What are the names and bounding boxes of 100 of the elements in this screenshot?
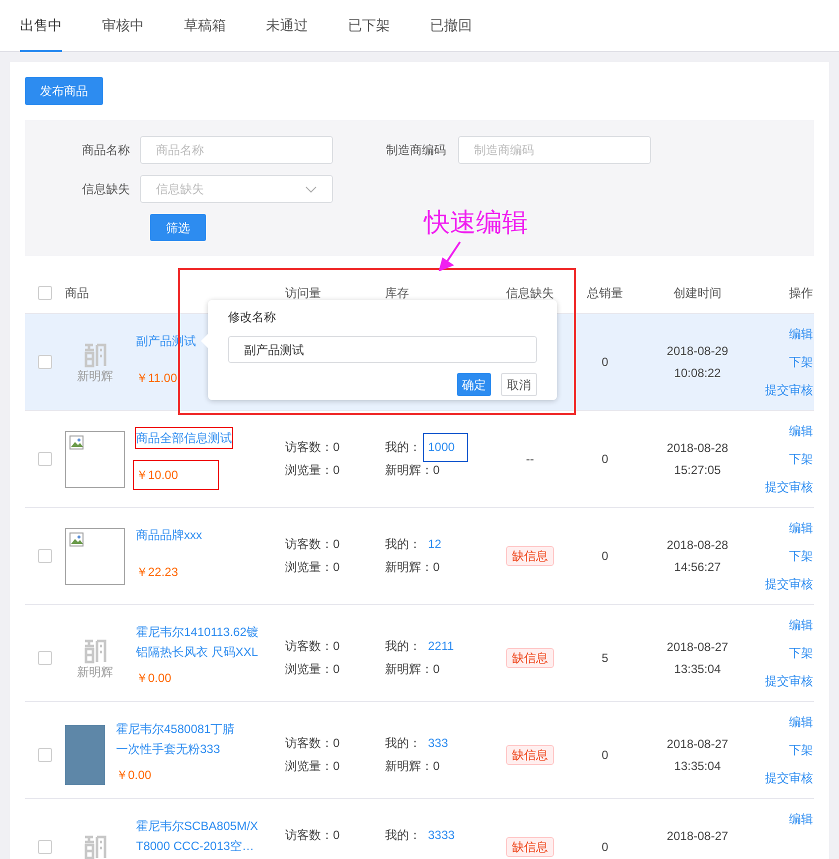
stock-value[interactable]: 12 [423, 530, 454, 559]
field-label: 信息缺失 [81, 181, 131, 198]
tab[interactable]: 未通过 [266, 0, 308, 52]
created-date: 2018-08-29 [666, 343, 728, 359]
action-link[interactable]: 提交审核 [765, 576, 813, 593]
checkbox[interactable] [38, 748, 52, 762]
logo-icon [83, 834, 107, 859]
text-field[interactable]: 商品名称 [140, 136, 333, 164]
action-link[interactable]: 下架 [789, 742, 813, 759]
stock-label: 我的： [385, 827, 421, 844]
action-link[interactable]: 编辑 [789, 617, 813, 634]
checkbox[interactable] [38, 355, 52, 369]
action-link[interactable]: 编辑 [789, 326, 813, 343]
action-link[interactable]: 下架 [789, 645, 813, 662]
tab[interactable]: 已撤回 [430, 0, 472, 52]
missing-info-tag: 缺信息 [506, 744, 554, 764]
tab[interactable]: 草稿箱 [184, 0, 226, 52]
checkbox[interactable] [38, 549, 52, 563]
product-price: ￥10.00 [133, 460, 220, 490]
action-link[interactable]: 提交审核 [765, 673, 813, 690]
product-name[interactable]: 霍尼韦尔4580081丁腈一次性手套无粉333 [115, 718, 245, 760]
action-link[interactable]: 提交审核 [765, 382, 813, 399]
checkbox[interactable] [38, 452, 52, 466]
created-date: 2018-08-27 [666, 736, 728, 752]
checkbox[interactable] [38, 286, 52, 300]
product-price: ￥22.23 [135, 564, 180, 581]
text-field[interactable]: 制造商编码 [458, 136, 651, 164]
action-link[interactable]: 提交审核 [765, 479, 813, 496]
created-date: 2018-08-28 [666, 440, 728, 456]
supplier-stock: 新明辉：0 [385, 660, 441, 678]
action-link[interactable]: 提交审核 [765, 770, 813, 787]
product-price: ￥11.00 [135, 370, 178, 387]
view-count: 浏览量：0 [285, 660, 341, 678]
created-time: 14:56:27 [674, 559, 721, 575]
supplier-stock: 新明辉：0 [385, 462, 441, 479]
sales-count: 0 [602, 839, 608, 856]
sales-count: 0 [602, 354, 608, 371]
sales-count: 0 [602, 548, 608, 565]
stock-label: 我的： [385, 439, 421, 456]
logo-text: 新明辉 [77, 666, 113, 678]
visitor-count: 访客数：0 [285, 827, 341, 844]
sales-count: 0 [602, 451, 608, 468]
tab[interactable]: 出售中 [20, 0, 62, 52]
column-header: 操作 [788, 285, 813, 302]
action-link[interactable]: 下架 [789, 354, 813, 371]
stock-value[interactable]: 2211 [423, 632, 467, 660]
created-date: 2018-08-27 [666, 638, 728, 654]
action-link[interactable]: 下架 [789, 548, 813, 565]
missing-info-tag: 缺信息 [506, 546, 554, 566]
created-date: 2018-08-27 [666, 828, 728, 844]
cancel-button[interactable]: 取消 [501, 373, 537, 396]
popover-title: 修改名称 [228, 309, 277, 326]
missing-info-value: -- [526, 451, 534, 468]
column-header: 总销量 [586, 285, 624, 302]
sales-count: 5 [602, 650, 608, 666]
tab[interactable]: 已下架 [348, 0, 390, 52]
visitor-count: 访客数：0 [285, 734, 341, 752]
visitor-count: 访客数：0 [285, 638, 341, 654]
action-link[interactable]: 编辑 [789, 520, 813, 537]
filter-button[interactable]: 筛选 [150, 214, 206, 241]
stock-label: 我的： [385, 638, 421, 654]
created-date: 2018-08-28 [666, 537, 728, 553]
confirm-button[interactable]: 确定 [457, 373, 491, 396]
logo-icon [83, 638, 107, 664]
stock-value[interactable]: 333 [423, 728, 462, 758]
select-field[interactable]: 信息缺失 [140, 175, 333, 203]
column-header: 信息缺失 [505, 285, 555, 302]
name-input[interactable]: 副产品测试 [228, 336, 537, 363]
column-header: 库存 [385, 285, 410, 302]
created-time: 13:35:04 [674, 758, 721, 774]
sales-count: 0 [602, 746, 608, 764]
stock-value[interactable]: 3333 [423, 821, 468, 850]
action-link[interactable]: 编辑 [789, 714, 813, 731]
annotation-label: 快速编辑 [424, 207, 528, 240]
action-link[interactable]: 编辑 [789, 423, 813, 440]
annotation-arrow-icon [438, 241, 462, 271]
column-header: 访问量 [285, 285, 322, 302]
broken-image-icon [69, 434, 85, 450]
checkbox[interactable] [38, 650, 52, 664]
logo-icon [83, 342, 107, 368]
stock-value[interactable]: 1000 [423, 433, 468, 462]
missing-info-tag: 缺信息 [506, 837, 554, 857]
chevron-down-icon [305, 186, 317, 192]
broken-image-icon [69, 532, 85, 548]
action-link[interactable]: 下架 [789, 451, 813, 468]
product-price: ￥0.00 [135, 670, 172, 687]
product-name[interactable]: 商品品牌xxx [135, 524, 203, 546]
product-name[interactable]: 霍尼韦尔1410113.62镀铝隔热长风衣 尺码XXL [135, 621, 265, 663]
checkbox[interactable] [38, 840, 52, 854]
action-link[interactable]: 编辑 [789, 811, 813, 828]
supplier-stock: 新明辉：0 [385, 559, 441, 576]
view-count: 浏览量：0 [285, 758, 341, 774]
publish-button[interactable]: 发布商品 [25, 77, 103, 105]
product-name[interactable]: 商品全部信息测试 [135, 427, 233, 449]
product-price: ￥0.00 [115, 767, 152, 784]
product-name[interactable]: 霍尼韦尔SCBA805M/XT8000 CCC-2013空… [135, 815, 265, 857]
visitor-count: 访客数：0 [285, 439, 341, 456]
tab[interactable]: 审核中 [102, 0, 144, 52]
column-header: 创建时间 [672, 285, 722, 302]
created-time: 13:35:04 [674, 660, 721, 676]
